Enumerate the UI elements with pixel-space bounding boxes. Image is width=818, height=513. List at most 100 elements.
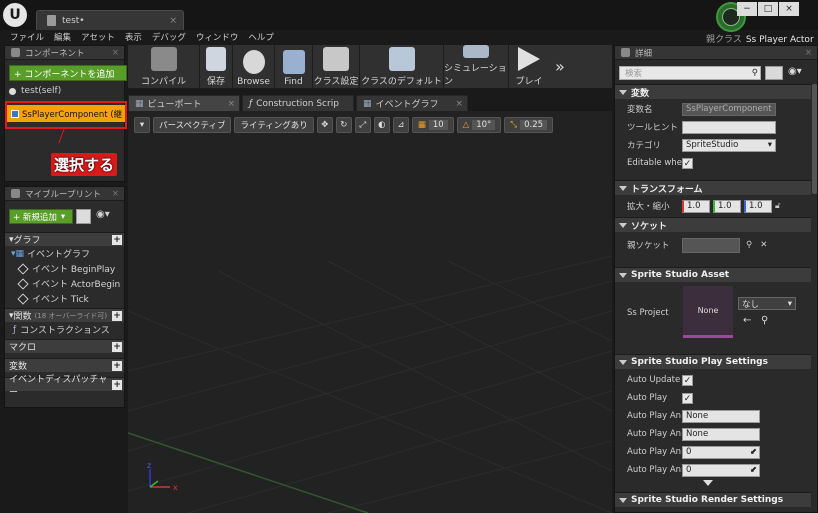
add-function-icon[interactable]: +: [112, 310, 122, 321]
asset-thumbnail[interactable]: None: [683, 286, 733, 338]
close-icon[interactable]: ×: [455, 99, 463, 109]
browse-button[interactable]: Browse: [233, 44, 275, 89]
tab-construction-script[interactable]: ƒ Construction Scrip: [242, 95, 354, 111]
find-icon: [282, 49, 305, 74]
perspective-button[interactable]: パースペクティブ: [153, 117, 232, 133]
close-icon[interactable]: ×: [169, 16, 177, 26]
rotate-icon[interactable]: ↻: [335, 117, 352, 133]
close-icon[interactable]: ×: [805, 48, 812, 58]
menu-debug[interactable]: デバッグ: [152, 31, 186, 43]
unreal-logo-icon[interactable]: U: [3, 3, 27, 27]
rotation-snap-button[interactable]: △ 10°: [456, 117, 502, 133]
view-options-icon[interactable]: ◉▾: [96, 209, 110, 220]
menu-help[interactable]: ヘルプ: [248, 31, 274, 43]
add-dispatcher-icon[interactable]: +: [112, 379, 122, 390]
details-scrollbar[interactable]: [812, 84, 817, 194]
simulation-button[interactable]: シミュレーション: [444, 44, 509, 89]
grid-snap-button[interactable]: ▦ 10: [411, 117, 454, 133]
editable-checkbox[interactable]: ✓: [682, 157, 693, 169]
close-icon[interactable]: ×: [112, 189, 119, 199]
variable-name-row: 変数名 SsPlayerComponent: [615, 100, 811, 118]
menu-window[interactable]: ウィンドウ: [196, 31, 239, 43]
scale-x-field[interactable]: 1.0: [682, 199, 710, 213]
class-defaults-button[interactable]: クラスのデフォルト: [360, 44, 444, 89]
view-options-icon[interactable]: ◉▾: [788, 66, 802, 77]
lighting-label: ライティングあり: [240, 121, 308, 131]
close-window-button[interactable]: ×: [779, 2, 799, 16]
section-graph[interactable]: ▾ グラフ +: [5, 232, 124, 246]
add-macro-icon[interactable]: +: [112, 341, 122, 352]
parent-class-value[interactable]: Ss Player Actor: [746, 35, 814, 45]
tab-viewport[interactable]: ▦ ビューポート ×: [128, 95, 240, 111]
add-variable-icon[interactable]: +: [112, 360, 122, 371]
close-icon[interactable]: ×: [112, 48, 119, 58]
tab-event-graph[interactable]: ▦ イベントグラフ ×: [356, 95, 468, 111]
auto-play-anim-field[interactable]: None: [682, 409, 760, 423]
add-graph-icon[interactable]: +: [112, 234, 122, 245]
search-icon[interactable]: ⚲: [761, 315, 768, 326]
section-variables[interactable]: 変数: [615, 84, 811, 99]
section-variables[interactable]: 変数 +: [5, 358, 124, 372]
list-item[interactable]: ƒ コンストラクションス: [5, 322, 124, 337]
save-button[interactable]: 保存: [200, 44, 233, 89]
lock-icon[interactable]: 🔓︎: [775, 201, 781, 211]
menu-view[interactable]: 表示: [125, 31, 142, 43]
play-button[interactable]: プレイ: [509, 45, 549, 89]
close-icon[interactable]: ×: [227, 99, 235, 109]
auto-play-index-field[interactable]: 0 ⬋: [682, 445, 760, 459]
find-button[interactable]: Find: [275, 44, 313, 89]
menu-file[interactable]: ファイル: [10, 31, 44, 43]
maximize-button[interactable]: □: [758, 2, 778, 16]
surface-snap-icon[interactable]: ⊿: [392, 117, 409, 133]
expand-advanced-icon[interactable]: [703, 480, 713, 486]
section-macros[interactable]: マクロ +: [5, 339, 124, 353]
clear-icon[interactable]: ✕: [760, 240, 767, 250]
menu-asset[interactable]: アセット: [81, 31, 115, 43]
class-settings-button[interactable]: クラス設定: [313, 44, 360, 89]
menu-edit[interactable]: 編集: [54, 31, 71, 43]
scale-icon[interactable]: ⤢: [354, 117, 371, 133]
list-item[interactable]: イベント BeginPlay: [5, 261, 124, 276]
blueprint-tree: ▾ グラフ + ▾▦ イベントグラフ イベント BeginPlay イベント Act…: [5, 232, 124, 398]
section-functions[interactable]: ▾ 関数 (18 オーバーライド可) +: [5, 308, 124, 322]
details-search-input[interactable]: 検索 ⚲: [619, 66, 761, 80]
toolbar-overflow-icon[interactable]: »: [555, 57, 565, 76]
auto-play-index-field[interactable]: 0 ⬋: [682, 463, 760, 477]
tooltip-field[interactable]: [682, 120, 776, 134]
auto-update-checkbox[interactable]: ✓: [682, 374, 693, 386]
world-local-icon[interactable]: ◐: [373, 117, 390, 133]
compile-button[interactable]: コンパイル: [128, 44, 200, 89]
event-graph-item[interactable]: ▾▦ イベントグラフ: [5, 246, 124, 261]
section-transform[interactable]: トランスフォーム: [615, 180, 811, 195]
ss-project-dropdown[interactable]: なし ▾: [738, 297, 796, 310]
new-add-button[interactable]: + 新規追加 ▾: [9, 209, 73, 224]
parent-socket-field[interactable]: [682, 237, 740, 253]
search-icon[interactable]: ⚲: [746, 240, 752, 250]
scale-z-field[interactable]: 1.0: [744, 199, 772, 213]
document-tab[interactable]: test• ×: [36, 10, 184, 30]
use-selected-icon[interactable]: ←: [743, 315, 751, 326]
list-item[interactable]: イベント Tick: [5, 291, 124, 306]
property-matrix-icon[interactable]: [765, 66, 783, 80]
viewport[interactable]: ▾ パースペクティブ ライティングあり ✥ ↻ ⤢ ◐ ⊿ ▦ 10 △ 10° ⤡…: [128, 111, 612, 513]
auto-play-anim-field[interactable]: None: [682, 427, 760, 441]
section-play-settings[interactable]: Sprite Studio Play Settings: [615, 354, 811, 369]
scale-snap-button[interactable]: ⤡ 0.25: [504, 117, 554, 133]
scale-y-field[interactable]: 1.0: [713, 199, 741, 213]
section-render-settings[interactable]: Sprite Studio Render Settings: [615, 492, 811, 507]
variable-name-field[interactable]: SsPlayerComponent: [682, 102, 776, 116]
section-dispatchers[interactable]: イベントディスパッチャー +: [5, 375, 124, 398]
minimize-button[interactable]: −: [737, 2, 757, 16]
category-dropdown[interactable]: SpriteStudio ▾: [682, 138, 776, 152]
add-component-button[interactable]: + コンポーネントを追加: [9, 65, 127, 81]
auto-play-checkbox[interactable]: ✓: [682, 392, 693, 404]
self-component-item[interactable]: test(self): [9, 86, 61, 96]
section-sprite-studio-asset[interactable]: Sprite Studio Asset: [615, 267, 811, 282]
list-item[interactable]: イベント ActorBegin: [5, 276, 124, 291]
translate-icon[interactable]: ✥: [316, 117, 333, 133]
viewport-options-button[interactable]: ▾: [134, 117, 150, 133]
section-socket[interactable]: ソケット: [615, 217, 811, 232]
search-icon[interactable]: [76, 209, 91, 224]
section-label: ソケット: [631, 221, 668, 232]
lighting-button[interactable]: ライティングあり: [234, 117, 314, 133]
